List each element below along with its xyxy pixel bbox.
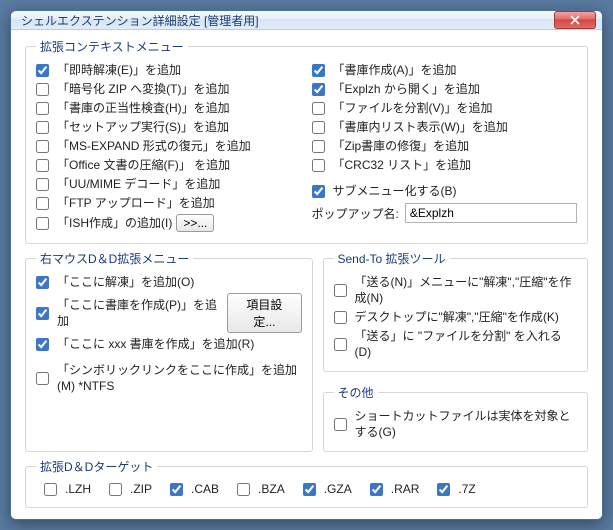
cb-ext-left-8[interactable] bbox=[36, 217, 49, 230]
lbl-ext-left-2: 「書庫の正当性検査(H)」を追加 bbox=[57, 100, 230, 116]
dialog-footer: OK キャンセル bbox=[25, 514, 588, 520]
ext-context-left-column: 「即時解凍(E)」を追加 「暗号化 ZIP へ変換(T)」を追加 「書庫の正当性… bbox=[36, 59, 302, 235]
cb-target-bza[interactable] bbox=[237, 483, 250, 496]
cb-ext-left-3[interactable] bbox=[36, 121, 49, 134]
lbl-ext-left-5: 「Office 文書の圧縮(F)」 を追加 bbox=[57, 157, 230, 173]
cb-ext-left-2[interactable] bbox=[36, 102, 49, 115]
cb-target-cab[interactable] bbox=[170, 483, 183, 496]
dialog-body: 拡張コンテキストメニュー 「即時解凍(E)」を追加 「暗号化 ZIP へ変換(T… bbox=[11, 30, 602, 520]
lbl-ext-right-5: 「CRC32 リスト」を追加 bbox=[333, 157, 472, 173]
cb-sendto-0[interactable] bbox=[334, 284, 347, 297]
cb-sendto-1[interactable] bbox=[334, 311, 347, 324]
lbl-ext-left-7: 「FTP アップロード」を追加 bbox=[57, 195, 215, 211]
lbl-ext-left-4: 「MS-EXPAND 形式の復元」を追加 bbox=[57, 138, 251, 154]
cb-target-7z[interactable] bbox=[437, 483, 450, 496]
lbl-ext-left-8: 「ISH作成」の追加(I) bbox=[57, 215, 172, 231]
cb-target-zip[interactable] bbox=[109, 483, 122, 496]
group-other-legend: その他 bbox=[334, 384, 378, 401]
lbl-rclick-2: 「ここに xxx 書庫を作成」を追加(R) bbox=[57, 336, 254, 352]
lbl-sendto-1: デスクトップに"解凍","圧縮"を作成(K) bbox=[355, 309, 559, 325]
group-sendto: Send-To 拡張ツール 「送る(N)」メニューに"解凍","圧縮"を作成(N… bbox=[323, 250, 589, 372]
group-rclick-legend: 右マウスD＆D拡張メニュー bbox=[36, 250, 193, 267]
lbl-ext-left-6: 「UU/MIME デコード」を追加 bbox=[57, 176, 220, 192]
cb-ext-left-6[interactable] bbox=[36, 178, 49, 191]
group-rclick: 右マウスD＆D拡張メニュー 「ここに解凍」を追加(O) 「ここに書庫を作成(P)… bbox=[25, 250, 313, 452]
lbl-submenu: サブメニュー化する(B) bbox=[333, 183, 457, 199]
cb-ext-right-4[interactable] bbox=[312, 140, 325, 153]
cb-rclick-1[interactable] bbox=[36, 307, 49, 320]
lbl-sendto-0: 「送る(N)」メニューに"解凍","圧縮"を作成(N) bbox=[355, 274, 578, 306]
group-ext-context: 拡張コンテキストメニュー 「即時解凍(E)」を追加 「暗号化 ZIP へ変換(T… bbox=[25, 38, 588, 244]
window-title: シェルエクステンション詳細設定 [管理者用] bbox=[21, 12, 554, 29]
popup-name-input[interactable] bbox=[405, 203, 577, 223]
lbl-target-lzh: .LZH bbox=[65, 481, 91, 497]
lbl-sendto-2: 「送る」に "ファイルを分割" を入れる(D) bbox=[355, 328, 578, 360]
cb-ext-right-1[interactable] bbox=[312, 83, 325, 96]
cb-target-lzh[interactable] bbox=[44, 483, 57, 496]
titlebar: シェルエクステンション詳細設定 [管理者用] bbox=[11, 11, 602, 30]
cb-rclick-2[interactable] bbox=[36, 338, 49, 351]
lbl-target-7z: .7Z bbox=[458, 481, 475, 497]
cb-ext-left-1[interactable] bbox=[36, 83, 49, 96]
lbl-rclick-0: 「ここに解凍」を追加(O) bbox=[57, 274, 194, 290]
lbl-ext-left-1: 「暗号化 ZIP へ変換(T)」を追加 bbox=[57, 81, 229, 97]
lbl-ext-right-3: 「書庫内リスト表示(W)」を追加 bbox=[333, 119, 508, 135]
lbl-other-0: ショートカットファイルは実体を対象とする(G) bbox=[355, 408, 578, 440]
close-icon bbox=[570, 15, 580, 25]
group-targets: 拡張D＆Dターゲット .LZH .ZIP .CAB .BZA .GZA .RAR… bbox=[25, 458, 588, 508]
cb-symlink[interactable] bbox=[36, 372, 49, 385]
lbl-ext-right-4: 「Zip書庫の修復」を追加 bbox=[333, 138, 470, 154]
group-sendto-legend: Send-To 拡張ツール bbox=[334, 250, 450, 267]
lbl-target-cab: .CAB bbox=[191, 481, 219, 497]
cb-ext-left-5[interactable] bbox=[36, 159, 49, 172]
lbl-target-rar: .RAR bbox=[391, 481, 420, 497]
cb-submenu[interactable] bbox=[312, 185, 325, 198]
lbl-rclick-1: 「ここに書庫を作成(P)」を追加 bbox=[57, 297, 223, 329]
cb-ext-right-3[interactable] bbox=[312, 121, 325, 134]
cb-sendto-2[interactable] bbox=[334, 338, 347, 351]
lbl-target-gza: .GZA bbox=[324, 481, 352, 497]
lbl-ext-left-3: 「セットアップ実行(S)」を追加 bbox=[57, 119, 229, 135]
cb-ext-left-7[interactable] bbox=[36, 197, 49, 210]
group-ext-context-legend: 拡張コンテキストメニュー bbox=[36, 38, 188, 55]
lbl-ext-right-1: 「Explzh から開く」を追加 bbox=[333, 81, 480, 97]
cb-ext-right-5[interactable] bbox=[312, 159, 325, 172]
cb-target-rar[interactable] bbox=[370, 483, 383, 496]
ext-context-right-column: 「書庫作成(A)」を追加 「Explzh から開く」を追加 「ファイルを分割(V… bbox=[312, 59, 578, 235]
cb-other-0[interactable] bbox=[334, 418, 347, 431]
more-ish-button[interactable]: >>... bbox=[176, 214, 214, 232]
group-other: その他 ショートカットファイルは実体を対象とする(G) bbox=[323, 384, 589, 452]
dialog-window: シェルエクステンション詳細設定 [管理者用] 拡張コンテキストメニュー 「即時解… bbox=[10, 10, 603, 520]
cb-ext-left-0[interactable] bbox=[36, 64, 49, 77]
group-targets-legend: 拡張D＆Dターゲット bbox=[36, 458, 157, 475]
cb-ext-left-4[interactable] bbox=[36, 140, 49, 153]
lbl-target-bza: .BZA bbox=[258, 481, 285, 497]
cb-target-gza[interactable] bbox=[303, 483, 316, 496]
lbl-symlink: 「シンボリックリンクをここに作成」を追加(M) *NTFS bbox=[57, 362, 302, 394]
cb-rclick-0[interactable] bbox=[36, 276, 49, 289]
item-settings-button[interactable]: 項目設定... bbox=[227, 293, 301, 333]
lbl-ext-left-0: 「即時解凍(E)」を追加 bbox=[57, 62, 181, 78]
lbl-ext-right-0: 「書庫作成(A)」を追加 bbox=[333, 62, 457, 78]
close-button[interactable] bbox=[554, 11, 596, 29]
lbl-target-zip: .ZIP bbox=[130, 481, 152, 497]
cb-ext-right-2[interactable] bbox=[312, 102, 325, 115]
popup-name-label: ポップアップ名: bbox=[312, 205, 399, 222]
lbl-ext-right-2: 「ファイルを分割(V)」を追加 bbox=[333, 100, 493, 116]
cb-ext-right-0[interactable] bbox=[312, 64, 325, 77]
